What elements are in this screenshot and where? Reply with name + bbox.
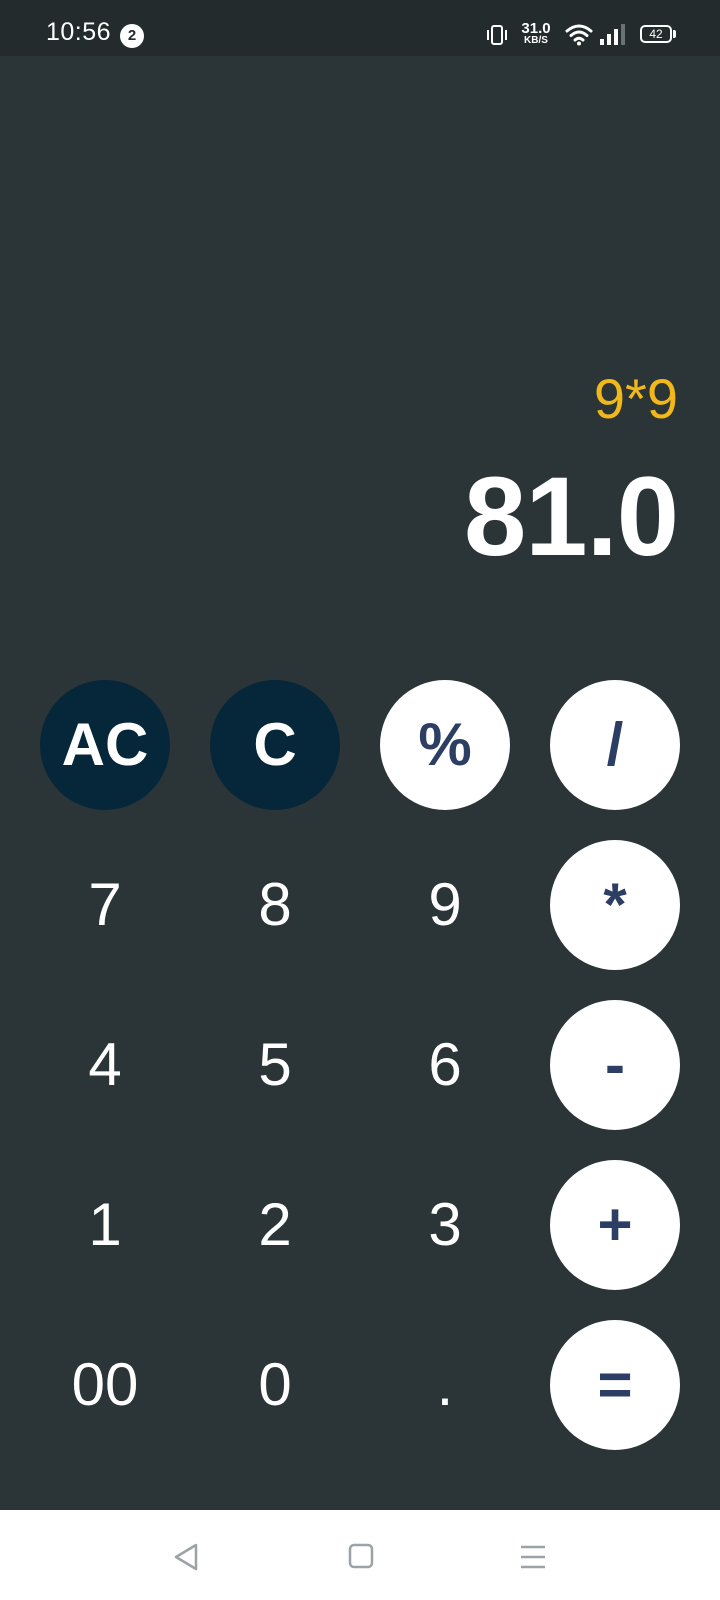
digit-3-button[interactable]: 3	[380, 1160, 510, 1290]
network-speed-value: 31.0	[521, 20, 551, 37]
digit-6-button[interactable]: 6	[380, 1000, 510, 1130]
equals-button[interactable]: =	[550, 1320, 680, 1450]
menu-icon[interactable]	[520, 1544, 546, 1575]
home-icon[interactable]	[348, 1543, 374, 1574]
add-button[interactable]: +	[550, 1160, 680, 1290]
digit-4-button[interactable]: 4	[40, 1000, 170, 1130]
digit-1-button[interactable]: 1	[40, 1160, 170, 1290]
vibrate-icon	[486, 24, 508, 51]
digit-9-button[interactable]: 9	[380, 840, 510, 970]
calculator-display: 9*9 81.0	[0, 56, 720, 656]
digit-5-button[interactable]: 5	[210, 1000, 340, 1130]
back-icon[interactable]	[172, 1542, 200, 1577]
signal-icon	[600, 23, 626, 50]
battery-tip	[673, 30, 676, 38]
result-text: 81.0	[464, 454, 679, 579]
wifi-icon	[565, 22, 593, 51]
digit-0-button[interactable]: 0	[210, 1320, 340, 1450]
network-speed-unit: KB/S	[524, 35, 548, 46]
battery-indicator: 42	[640, 25, 672, 43]
decimal-point-button[interactable]: .	[380, 1320, 510, 1450]
double-zero-button[interactable]: 00	[40, 1320, 170, 1450]
digit-8-button[interactable]: 8	[210, 840, 340, 970]
status-bar: 10:56 2 31.0 KB/S 42	[0, 0, 720, 56]
notification-count-badge: 2	[120, 24, 144, 48]
clear-button[interactable]: C	[210, 680, 340, 810]
all-clear-button[interactable]: AC	[40, 680, 170, 810]
divide-button[interactable]: /	[550, 680, 680, 810]
subtract-button[interactable]: -	[550, 1000, 680, 1130]
percent-button[interactable]: %	[380, 680, 510, 810]
expression-text: 9*9	[593, 367, 678, 430]
multiply-button[interactable]: *	[550, 840, 680, 970]
digit-7-button[interactable]: 7	[40, 840, 170, 970]
network-speed: 31.0 KB/S	[516, 21, 556, 46]
digit-2-button[interactable]: 2	[210, 1160, 340, 1290]
status-time: 10:56	[46, 18, 112, 46]
navigation-bar	[0, 1510, 720, 1600]
